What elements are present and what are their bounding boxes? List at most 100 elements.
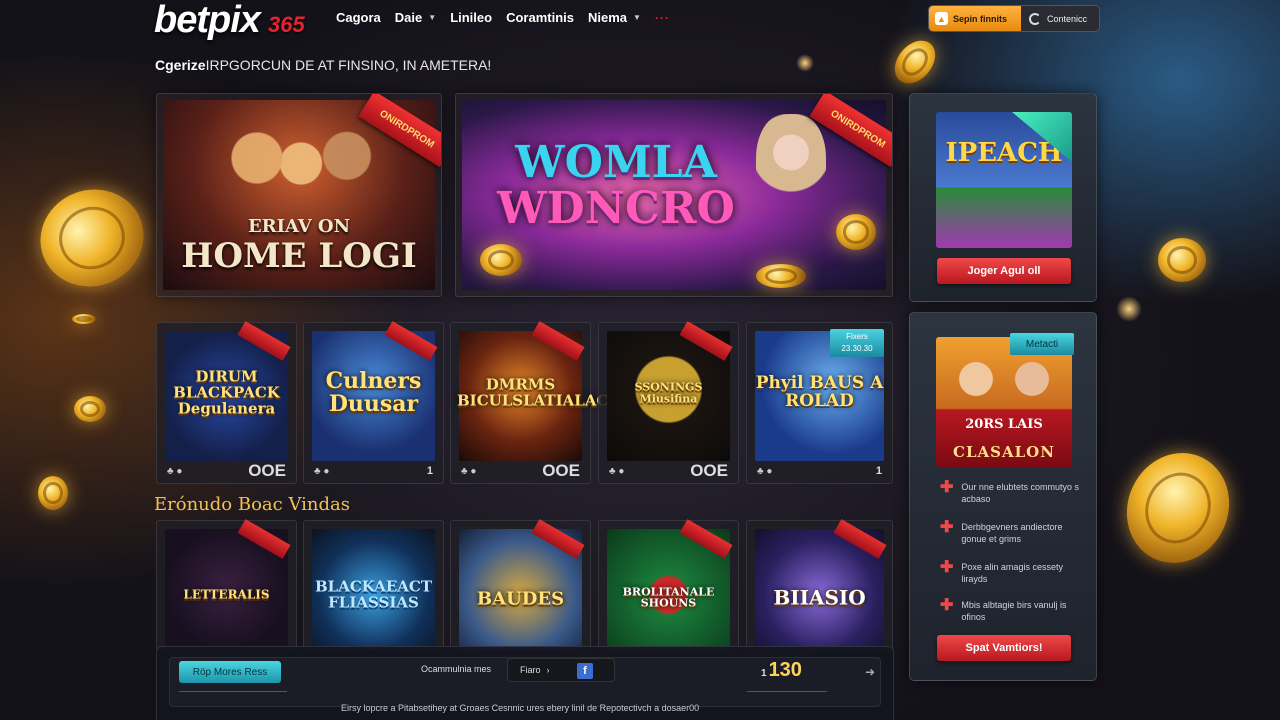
coin-decoration (26, 175, 158, 301)
nav-label: Coramtinis (506, 10, 574, 25)
footer-more-label: Röp Mores Ress (192, 666, 268, 678)
feature-item: ✚ Poxe alin amagis cessety lirayds (940, 559, 1080, 585)
game-card[interactable]: BAUDES (450, 519, 591, 650)
glow-decoration (1116, 296, 1142, 322)
nav-item-coramtinis[interactable]: Coramtinis (506, 10, 574, 25)
game-card[interactable]: Fixers 23.30.30 Phyil BAUS A ROLAD ♣ ● 1 (746, 322, 893, 484)
coin-decoration (756, 264, 806, 288)
brand-logo-suffix: 365 (268, 12, 305, 37)
coin-decoration (886, 32, 944, 92)
game-card[interactable]: Culners Duusar ♣ ● 1 (303, 321, 444, 484)
sidebar-vip-card: 20RS LAIS CLASALON Metacti ✚ Our nne elub… (909, 312, 1097, 681)
nav-more-menu[interactable]: ··· (655, 10, 670, 25)
game-count: OOE (542, 461, 580, 480)
footer-amount: 1 130 (761, 659, 802, 682)
amount-prefix: 1 (761, 668, 767, 679)
coin-decoration (72, 314, 96, 324)
contact-button[interactable]: Contenicc (1021, 6, 1099, 31)
plus-icon: ✚ (940, 559, 954, 576)
feature-item: ✚ Mbis albtagie birs vanulj is ofinos (940, 597, 1080, 623)
divider (747, 691, 827, 692)
game-card[interactable]: BLACKAEACT FLIASSIAS (303, 520, 444, 650)
tagline-lead: Cgerize (155, 57, 206, 73)
plus-icon: ✚ (940, 519, 954, 536)
sidebar-promo-card: IPEACH Joger Agul oll (909, 93, 1097, 302)
arrow-right-icon[interactable]: ➜ (865, 665, 875, 679)
facebook-icon[interactable]: f (577, 663, 593, 679)
amount-value: 130 (768, 659, 802, 681)
vip-badge: Metacti (1010, 333, 1074, 355)
game-title: SSONINGS Miusifina (634, 380, 703, 406)
game-footer: ♣ ● OOE (461, 461, 580, 481)
coin-decoration (1158, 238, 1206, 282)
sign-in-label: Sepin finnits (953, 13, 1007, 24)
coin-decoration (38, 476, 68, 510)
nav-label: Linileo (450, 10, 493, 25)
glow-decoration (796, 54, 814, 72)
user-icon: ▲ (935, 12, 948, 25)
hero-banner-left[interactable]: ONIRDPROM ERIAV ON HOME LOGI (156, 93, 442, 297)
game-meta-icons: ♣ ● (757, 465, 773, 477)
promo-image[interactable]: IPEACH (936, 112, 1072, 248)
coin-decoration (1109, 436, 1247, 580)
game-meta-icons: ♣ ● (609, 465, 625, 477)
game-title: BLACKAEACT FLIASSIAS (314, 577, 433, 612)
promo-cta-button[interactable]: Joger Agul oll (937, 258, 1071, 284)
nav-item-cagora[interactable]: Cagora (336, 10, 381, 25)
game-card[interactable]: DIRUM BLACKPACK Degulanera ♣ ● OOE (156, 321, 297, 484)
chevron-right-icon: › (546, 665, 550, 675)
coin-decoration (480, 244, 522, 276)
feature-text: Our nne elubtets commutyo s acbaso (961, 482, 1079, 504)
game-title: BROLITANALE SHOUNS (622, 585, 715, 610)
game-meta-icons: ♣ ● (167, 465, 183, 477)
feature-item: ✚ Derbbgevners andiectore gonue et grims (940, 519, 1080, 545)
sign-in-button[interactable]: ▲ Sepin finnits (929, 6, 1021, 31)
game-title: DIRUM BLACKPACK Degulanera (173, 367, 280, 418)
more-icon: ··· (654, 10, 670, 25)
footer-select[interactable]: Fiaro › (507, 658, 615, 682)
chevron-down-icon: ▼ (428, 13, 437, 22)
game-meta-icons: ♣ ● (461, 465, 477, 477)
game-card[interactable]: DMRMS BICULSLATIALACON ♣ ● OOE (450, 321, 635, 484)
game-footer: ♣ ● OOE (609, 461, 728, 481)
game-title: LETTERALIS (183, 587, 270, 602)
auth-controls: ▲ Sepin finnits Contenicc (929, 6, 1099, 31)
banner-portrait (756, 114, 826, 224)
game-card[interactable]: LETTERALIS (156, 519, 297, 650)
nav-item-niema[interactable]: Niema ▼ (588, 10, 641, 25)
coin-decoration (836, 214, 876, 250)
vip-cta-label: Spat Vamtiors! (965, 642, 1043, 654)
game-card[interactable]: SSONINGS Miusifina ♣ ● OOE (598, 321, 739, 484)
brand-logo[interactable]: betpix (154, 0, 261, 40)
nav-item-daie[interactable]: Daie ▼ (395, 10, 436, 25)
banner-title-line1: ERIAV ON (247, 216, 351, 237)
top-bar: betpix 365 Cagora Daie ▼ Linileo Coramtin… (0, 0, 1280, 40)
game-count: 1 (426, 465, 433, 477)
game-title: Phyil BAUS A ROLAD (755, 373, 884, 412)
feature-text: Derbbgevners andiectore gonue et grims (961, 522, 1063, 544)
plus-icon: ✚ (940, 597, 954, 614)
game-card[interactable]: BIIASIO (746, 519, 893, 650)
nav-item-linileo[interactable]: Linileo (450, 10, 492, 25)
game-footer: ♣ ● 1 (314, 461, 433, 481)
coin-decoration (74, 396, 106, 422)
vip-image-sub: 20RS LAIS (965, 417, 1043, 432)
refresh-icon (1029, 12, 1041, 25)
hero-banner-center[interactable]: ONIRDPROM WOMLA WDNCRO (455, 93, 893, 297)
banner-title-line2: WDNCRO (497, 183, 735, 234)
vip-image-title: CLASALON (953, 443, 1055, 461)
footer-mid-label: Ocammulnia mes (421, 664, 492, 674)
banner-figures (197, 114, 397, 224)
banner-title: ERIAV ON HOME LOGI (157, 216, 441, 275)
plus-icon: ✚ (940, 479, 954, 496)
footer-select-label: Fiaro (520, 665, 541, 675)
vip-image[interactable]: 20RS LAIS CLASALON (936, 337, 1072, 467)
promo-cta-label: Joger Agul oll (967, 265, 1041, 277)
page-tagline: CgerizeIRPGORCUN DE AT FINSINO, IN AMETE… (155, 57, 491, 73)
game-title: Culners Duusar (325, 368, 422, 418)
feature-text: Poxe alin amagis cessety lirayds (961, 562, 1063, 584)
vip-cta-button[interactable]: Spat Vamtiors! (937, 635, 1071, 661)
footer-more-button[interactable]: Röp Mores Ress (179, 661, 281, 683)
game-card[interactable]: BROLITANALE SHOUNS (598, 519, 739, 650)
game-title: BAUDES (476, 588, 565, 610)
